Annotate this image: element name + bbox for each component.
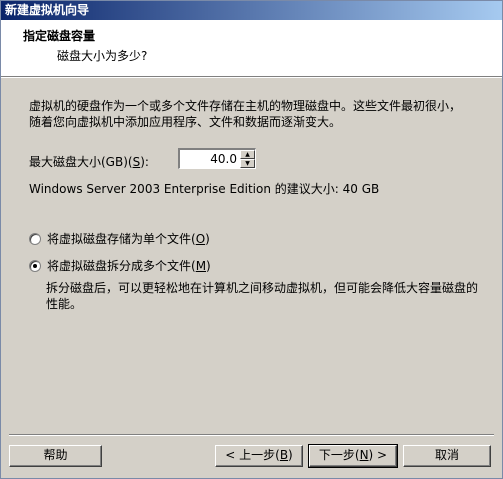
split-description: 拆分磁盘后，可以更轻松地在计算机之间移动虚拟机，但可能会降低大容量磁盘的性能。: [46, 281, 479, 311]
single-file-radio[interactable]: [29, 232, 41, 245]
disk-size-input[interactable]: 40.0: [210, 152, 237, 166]
window-title: 新建虚拟机向导: [1, 1, 502, 20]
disk-size-label: 最大磁盘大小(GB)(S):: [29, 155, 149, 169]
single-file-label[interactable]: 将虚拟磁盘存储为单个文件(O): [47, 230, 210, 247]
header-divider: [1, 77, 502, 78]
spin-up-icon[interactable]: ▲: [240, 150, 255, 159]
page-title: 指定磁盘容量: [23, 29, 96, 43]
split-file-label[interactable]: 将虚拟磁盘拆分成多个文件(M): [47, 257, 211, 274]
disk-description: 虚拟机的硬盘作为一个或多个文件存储在主机的物理磁盘中。这些文件最初很小，随着您向…: [29, 99, 462, 129]
spinner-buttons: ▲ ▼: [240, 150, 255, 168]
recommended-size-text: Windows Server 2003 Enterprise Edition 的…: [29, 182, 380, 196]
page-subtitle: 磁盘大小为多少?: [57, 49, 148, 63]
cancel-button[interactable]: 取消: [403, 445, 491, 467]
spin-down-icon[interactable]: ▼: [240, 159, 255, 168]
back-button[interactable]: < 上一步(B): [215, 445, 303, 467]
disk-size-spinner[interactable]: 40.0 ▲ ▼: [178, 148, 256, 169]
split-file-option[interactable]: 将虚拟磁盘拆分成多个文件(M): [29, 257, 211, 274]
split-file-radio[interactable]: [29, 259, 41, 272]
help-button[interactable]: 帮助: [9, 445, 102, 467]
wizard-window: 新建虚拟机向导 指定磁盘容量 磁盘大小为多少? 虚拟机的硬盘作为一个或多个文件存…: [0, 0, 503, 479]
single-file-option[interactable]: 将虚拟磁盘存储为单个文件(O): [29, 230, 210, 247]
wizard-header: 指定磁盘容量 磁盘大小为多少?: [1, 20, 502, 77]
next-button[interactable]: 下一步(N) >: [308, 444, 398, 468]
footer-divider: [9, 434, 494, 436]
